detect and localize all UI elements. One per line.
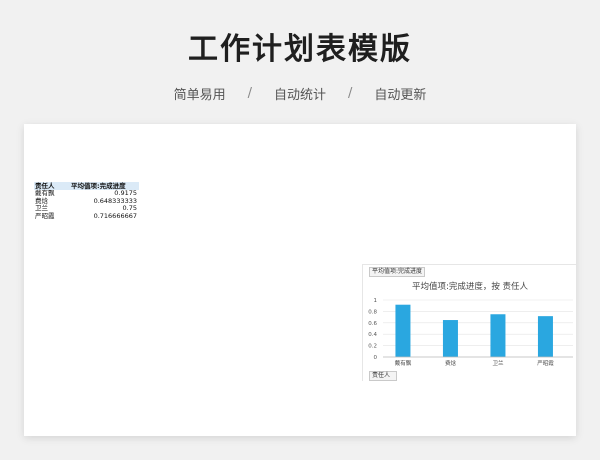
separator: / [348, 86, 353, 101]
row-value: 0.716666667 [93, 211, 137, 220]
y-tick-label: 0.8 [368, 309, 377, 315]
row-name: 严昭霞 [35, 211, 55, 220]
table-row: 严昭霞 0.716666667 [34, 211, 139, 221]
bar-2 [490, 314, 506, 357]
y-tick-label: 0.4 [368, 332, 377, 338]
x-tick-label: 费焓 [445, 359, 457, 367]
feature-auto-stats: 自动统计 [273, 88, 326, 103]
axis-field-button[interactable]: 责任人 [369, 371, 397, 381]
bar-1 [442, 320, 458, 357]
y-tick-label: 1 [374, 298, 378, 304]
x-tick-label: 卫兰 [492, 359, 504, 367]
y-tick-label: 0.2 [368, 344, 377, 350]
y-tick-label: 0.6 [368, 321, 377, 327]
x-tick-label: 严昭霞 [537, 360, 554, 367]
x-tick-label: 戴有飘 [395, 359, 412, 367]
feature-easy: 简单易用 [173, 88, 226, 103]
bar-3 [537, 316, 553, 357]
separator: / [247, 86, 252, 101]
feature-tagline: 简单易用 / 自动统计 / 自动更新 [0, 84, 600, 103]
pivot-table: 责任人 平均值项:完成进度 戴有飘 0.9175 费焓 0.648333333 … [34, 182, 139, 220]
page-title: 工作计划表模版 [188, 32, 412, 67]
bar-0 [395, 304, 411, 357]
pivot-chart[interactable]: 平均值项:完成进度 平均值项:完成进度，按 责任人 0 0.2 0.4 0.6 0.8 1… [362, 264, 576, 381]
y-tick-label: 0 [374, 355, 378, 361]
spreadsheet-preview: 责任人 平均值项:完成进度 戴有飘 0.9175 费焓 0.648333333 … [24, 124, 576, 436]
feature-auto-update: 自动更新 [374, 88, 427, 103]
chart-plot: 0 0.2 0.4 0.6 0.8 1 戴有飘 费焓 卫兰 严昭霞 [368, 298, 573, 367]
